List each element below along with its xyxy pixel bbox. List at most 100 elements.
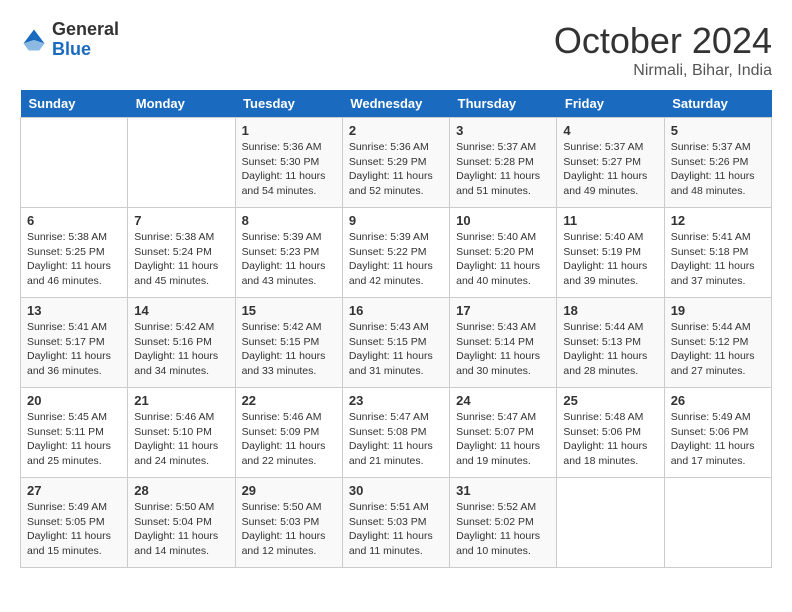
day-cell — [128, 118, 235, 208]
logo-general: General — [52, 20, 119, 40]
day-cell: 8 Sunrise: 5:39 AMSunset: 5:23 PMDayligh… — [235, 208, 342, 298]
day-info: Sunrise: 5:46 AMSunset: 5:10 PMDaylight:… — [134, 411, 218, 467]
day-number: 24 — [456, 393, 550, 408]
col-header-wednesday: Wednesday — [342, 90, 449, 118]
day-info: Sunrise: 5:46 AMSunset: 5:09 PMDaylight:… — [242, 411, 326, 467]
day-number: 13 — [27, 303, 121, 318]
day-info: Sunrise: 5:37 AMSunset: 5:28 PMDaylight:… — [456, 141, 540, 197]
day-number: 4 — [563, 123, 657, 138]
day-info: Sunrise: 5:38 AMSunset: 5:25 PMDaylight:… — [27, 231, 111, 287]
month-title: October 2024 — [554, 20, 772, 62]
logo-blue: Blue — [52, 40, 119, 60]
day-info: Sunrise: 5:50 AMSunset: 5:04 PMDaylight:… — [134, 501, 218, 557]
day-info: Sunrise: 5:51 AMSunset: 5:03 PMDaylight:… — [349, 501, 433, 557]
day-cell: 7 Sunrise: 5:38 AMSunset: 5:24 PMDayligh… — [128, 208, 235, 298]
week-row-1: 1 Sunrise: 5:36 AMSunset: 5:30 PMDayligh… — [21, 118, 772, 208]
week-row-4: 20 Sunrise: 5:45 AMSunset: 5:11 PMDaylig… — [21, 388, 772, 478]
day-number: 26 — [671, 393, 765, 408]
day-cell: 31 Sunrise: 5:52 AMSunset: 5:02 PMDaylig… — [450, 478, 557, 568]
col-header-sunday: Sunday — [21, 90, 128, 118]
day-info: Sunrise: 5:45 AMSunset: 5:11 PMDaylight:… — [27, 411, 111, 467]
day-info: Sunrise: 5:41 AMSunset: 5:17 PMDaylight:… — [27, 321, 111, 377]
day-info: Sunrise: 5:48 AMSunset: 5:06 PMDaylight:… — [563, 411, 647, 467]
week-row-3: 13 Sunrise: 5:41 AMSunset: 5:17 PMDaylig… — [21, 298, 772, 388]
day-number: 30 — [349, 483, 443, 498]
day-cell: 16 Sunrise: 5:43 AMSunset: 5:15 PMDaylig… — [342, 298, 449, 388]
day-cell: 2 Sunrise: 5:36 AMSunset: 5:29 PMDayligh… — [342, 118, 449, 208]
calendar-table: SundayMondayTuesdayWednesdayThursdayFrid… — [20, 90, 772, 568]
day-info: Sunrise: 5:44 AMSunset: 5:13 PMDaylight:… — [563, 321, 647, 377]
day-number: 29 — [242, 483, 336, 498]
title-block: October 2024 Nirmali, Bihar, India — [554, 20, 772, 80]
day-cell: 30 Sunrise: 5:51 AMSunset: 5:03 PMDaylig… — [342, 478, 449, 568]
day-number: 28 — [134, 483, 228, 498]
day-number: 5 — [671, 123, 765, 138]
day-cell: 13 Sunrise: 5:41 AMSunset: 5:17 PMDaylig… — [21, 298, 128, 388]
day-cell: 24 Sunrise: 5:47 AMSunset: 5:07 PMDaylig… — [450, 388, 557, 478]
day-cell — [557, 478, 664, 568]
day-number: 17 — [456, 303, 550, 318]
day-cell: 3 Sunrise: 5:37 AMSunset: 5:28 PMDayligh… — [450, 118, 557, 208]
day-number: 18 — [563, 303, 657, 318]
day-cell: 10 Sunrise: 5:40 AMSunset: 5:20 PMDaylig… — [450, 208, 557, 298]
day-info: Sunrise: 5:37 AMSunset: 5:27 PMDaylight:… — [563, 141, 647, 197]
day-info: Sunrise: 5:52 AMSunset: 5:02 PMDaylight:… — [456, 501, 540, 557]
day-cell: 17 Sunrise: 5:43 AMSunset: 5:14 PMDaylig… — [450, 298, 557, 388]
day-cell: 4 Sunrise: 5:37 AMSunset: 5:27 PMDayligh… — [557, 118, 664, 208]
col-header-tuesday: Tuesday — [235, 90, 342, 118]
day-number: 6 — [27, 213, 121, 228]
day-number: 19 — [671, 303, 765, 318]
day-info: Sunrise: 5:42 AMSunset: 5:16 PMDaylight:… — [134, 321, 218, 377]
day-number: 21 — [134, 393, 228, 408]
day-info: Sunrise: 5:39 AMSunset: 5:22 PMDaylight:… — [349, 231, 433, 287]
day-number: 23 — [349, 393, 443, 408]
col-header-saturday: Saturday — [664, 90, 771, 118]
day-info: Sunrise: 5:37 AMSunset: 5:26 PMDaylight:… — [671, 141, 755, 197]
day-number: 15 — [242, 303, 336, 318]
week-row-5: 27 Sunrise: 5:49 AMSunset: 5:05 PMDaylig… — [21, 478, 772, 568]
day-number: 7 — [134, 213, 228, 228]
day-cell: 9 Sunrise: 5:39 AMSunset: 5:22 PMDayligh… — [342, 208, 449, 298]
day-number: 9 — [349, 213, 443, 228]
day-cell: 23 Sunrise: 5:47 AMSunset: 5:08 PMDaylig… — [342, 388, 449, 478]
day-info: Sunrise: 5:49 AMSunset: 5:05 PMDaylight:… — [27, 501, 111, 557]
day-number: 2 — [349, 123, 443, 138]
day-info: Sunrise: 5:50 AMSunset: 5:03 PMDaylight:… — [242, 501, 326, 557]
day-info: Sunrise: 5:44 AMSunset: 5:12 PMDaylight:… — [671, 321, 755, 377]
day-info: Sunrise: 5:47 AMSunset: 5:08 PMDaylight:… — [349, 411, 433, 467]
col-header-thursday: Thursday — [450, 90, 557, 118]
week-row-2: 6 Sunrise: 5:38 AMSunset: 5:25 PMDayligh… — [21, 208, 772, 298]
day-number: 12 — [671, 213, 765, 228]
day-cell: 18 Sunrise: 5:44 AMSunset: 5:13 PMDaylig… — [557, 298, 664, 388]
day-info: Sunrise: 5:43 AMSunset: 5:15 PMDaylight:… — [349, 321, 433, 377]
day-cell: 20 Sunrise: 5:45 AMSunset: 5:11 PMDaylig… — [21, 388, 128, 478]
location: Nirmali, Bihar, India — [554, 62, 772, 80]
day-number: 31 — [456, 483, 550, 498]
day-info: Sunrise: 5:43 AMSunset: 5:14 PMDaylight:… — [456, 321, 540, 377]
day-info: Sunrise: 5:36 AMSunset: 5:29 PMDaylight:… — [349, 141, 433, 197]
day-cell: 11 Sunrise: 5:40 AMSunset: 5:19 PMDaylig… — [557, 208, 664, 298]
day-info: Sunrise: 5:42 AMSunset: 5:15 PMDaylight:… — [242, 321, 326, 377]
logo-text: General Blue — [52, 20, 119, 60]
day-number: 8 — [242, 213, 336, 228]
day-info: Sunrise: 5:47 AMSunset: 5:07 PMDaylight:… — [456, 411, 540, 467]
logo: General Blue — [20, 20, 119, 60]
day-cell: 26 Sunrise: 5:49 AMSunset: 5:06 PMDaylig… — [664, 388, 771, 478]
day-cell: 28 Sunrise: 5:50 AMSunset: 5:04 PMDaylig… — [128, 478, 235, 568]
day-cell: 21 Sunrise: 5:46 AMSunset: 5:10 PMDaylig… — [128, 388, 235, 478]
col-header-monday: Monday — [128, 90, 235, 118]
day-info: Sunrise: 5:41 AMSunset: 5:18 PMDaylight:… — [671, 231, 755, 287]
day-info: Sunrise: 5:40 AMSunset: 5:20 PMDaylight:… — [456, 231, 540, 287]
day-number: 20 — [27, 393, 121, 408]
day-cell: 29 Sunrise: 5:50 AMSunset: 5:03 PMDaylig… — [235, 478, 342, 568]
day-number: 11 — [563, 213, 657, 228]
day-cell: 1 Sunrise: 5:36 AMSunset: 5:30 PMDayligh… — [235, 118, 342, 208]
day-number: 10 — [456, 213, 550, 228]
day-cell: 19 Sunrise: 5:44 AMSunset: 5:12 PMDaylig… — [664, 298, 771, 388]
day-cell — [664, 478, 771, 568]
day-info: Sunrise: 5:49 AMSunset: 5:06 PMDaylight:… — [671, 411, 755, 467]
day-number: 22 — [242, 393, 336, 408]
day-info: Sunrise: 5:38 AMSunset: 5:24 PMDaylight:… — [134, 231, 218, 287]
day-info: Sunrise: 5:36 AMSunset: 5:30 PMDaylight:… — [242, 141, 326, 197]
day-cell: 12 Sunrise: 5:41 AMSunset: 5:18 PMDaylig… — [664, 208, 771, 298]
